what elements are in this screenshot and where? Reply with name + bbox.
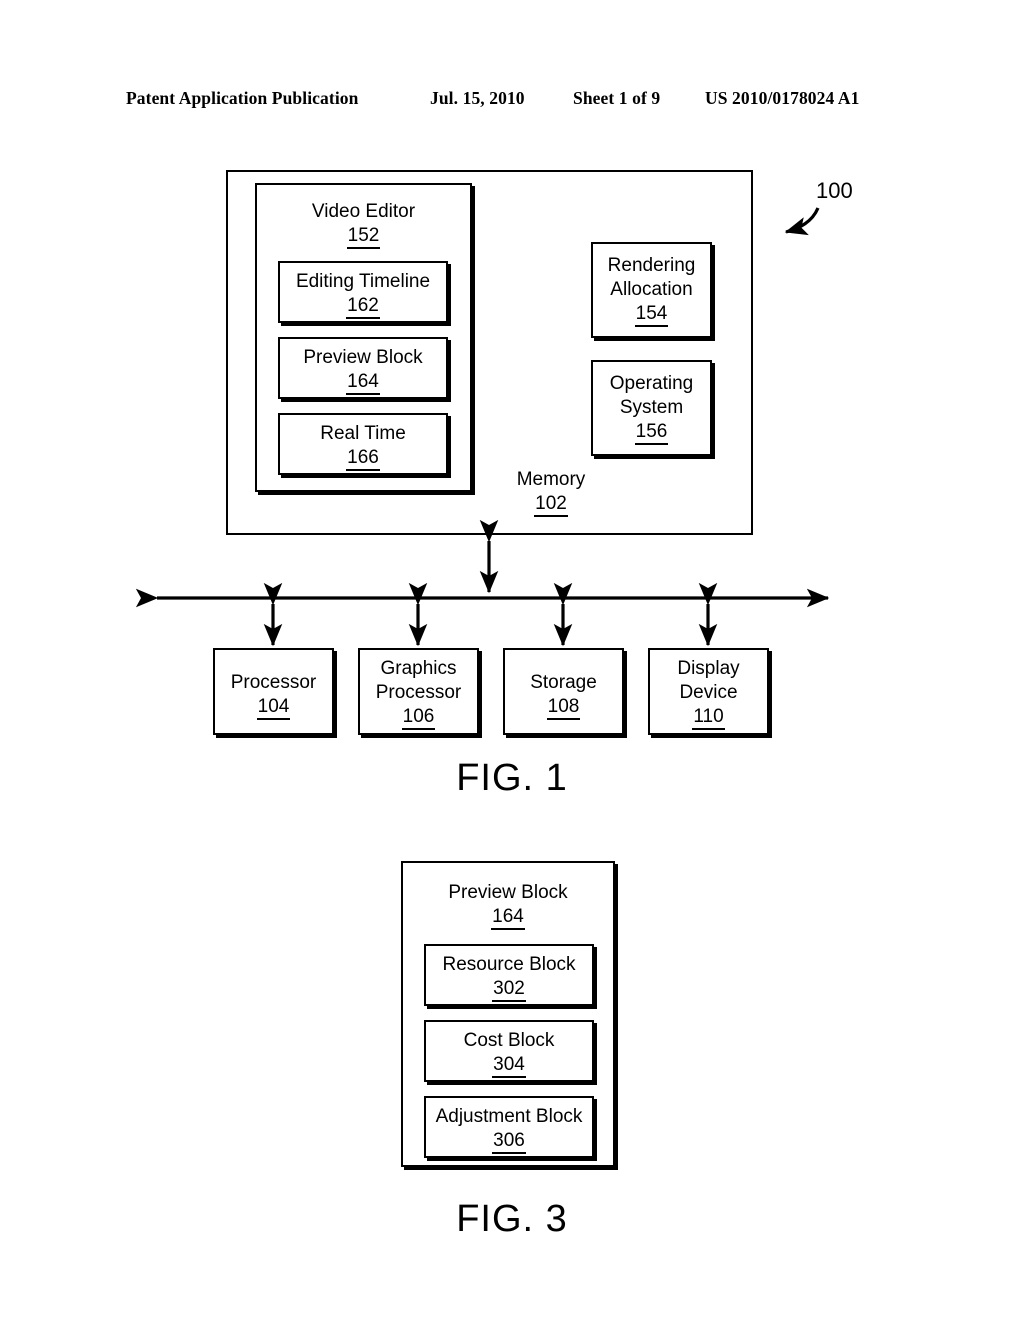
publication-date: Jul. 15, 2010	[430, 88, 525, 108]
display-device-box: Display Device 110	[648, 648, 769, 735]
graphics-processor-ref: 106	[360, 705, 477, 730]
operating-system-box: Operating System 156	[591, 360, 712, 456]
resource-block-ref: 302	[426, 977, 592, 1002]
memory-label: Memory 102	[496, 468, 606, 517]
rendering-allocation-label: Rendering Allocation	[607, 255, 696, 300]
resource-block-box: Resource Block 302	[424, 944, 594, 1006]
video-editor-ref: 152	[257, 224, 470, 249]
adjustment-block-label: Adjustment Block	[435, 1106, 583, 1127]
real-time-ref: 166	[280, 446, 446, 471]
patent-number: US 2010/0178024 A1	[705, 88, 860, 108]
graphics-processor-box: Graphics Processor 106	[358, 648, 479, 735]
fig3-preview-block-ref: 164	[403, 905, 613, 930]
rendering-allocation-ref: 154	[593, 302, 710, 327]
cost-block-box: Cost Block 304	[424, 1020, 594, 1082]
editing-timeline-label: Editing Timeline	[295, 271, 431, 292]
preview-block-label: Preview Block	[303, 347, 423, 368]
editing-timeline-ref: 162	[280, 294, 446, 319]
preview-block-ref: 164	[280, 370, 446, 395]
system-reference-numeral: 100	[816, 178, 853, 203]
preview-block-box: Preview Block 164	[278, 337, 448, 399]
operating-system-ref: 156	[593, 420, 710, 445]
cost-block-label: Cost Block	[463, 1030, 555, 1051]
video-editor-label: Video Editor	[311, 201, 416, 222]
storage-label: Storage	[530, 672, 597, 693]
sheet-number: Sheet 1 of 9	[573, 88, 661, 108]
figure-3-caption: FIG. 3	[456, 1198, 568, 1240]
publication-title: Patent Application Publication	[126, 88, 359, 108]
adjustment-block-ref: 306	[426, 1129, 592, 1154]
storage-box: Storage 108	[503, 648, 624, 735]
graphics-processor-label: Graphics Processor	[375, 658, 462, 703]
processor-label: Processor	[230, 672, 317, 693]
figure-1-caption: FIG. 1	[456, 757, 568, 799]
system-reference-leader	[784, 207, 820, 236]
adjustment-block-box: Adjustment Block 306	[424, 1096, 594, 1158]
resource-block-label: Resource Block	[442, 954, 576, 975]
rendering-allocation-box: Rendering Allocation 154	[591, 242, 712, 338]
operating-system-label: Operating System	[609, 373, 694, 418]
display-device-label: Display Device	[677, 658, 740, 703]
real-time-box: Real Time 166	[278, 413, 448, 475]
processor-ref: 104	[215, 695, 332, 720]
real-time-label: Real Time	[320, 423, 406, 444]
editing-timeline-box: Editing Timeline 162	[278, 261, 448, 323]
cost-block-ref: 304	[426, 1053, 592, 1078]
display-device-ref: 110	[650, 705, 767, 730]
fig3-preview-block-label: Preview Block	[448, 882, 568, 903]
processor-box: Processor 104	[213, 648, 334, 735]
patent-header: Patent Application Publication Jul. 15, …	[0, 88, 1024, 114]
storage-ref: 108	[505, 695, 622, 720]
